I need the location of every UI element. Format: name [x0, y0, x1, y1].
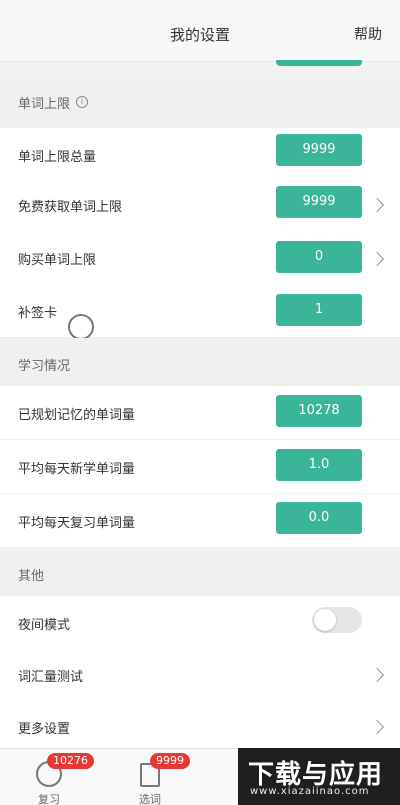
daily-review-value: 0.0 — [276, 502, 362, 534]
free-word-limit-value: 9999 — [276, 186, 362, 218]
touch-indicator — [68, 314, 94, 340]
chevron-right-icon[interactable] — [369, 197, 385, 213]
row-planned-words: 已规划记忆的单词量 10278 — [0, 386, 400, 440]
tab-label: 选词 — [139, 793, 161, 805]
planned-words-value: 10278 — [276, 395, 362, 427]
section-title: 学习情况 — [18, 358, 71, 374]
chevron-right-icon[interactable] — [369, 719, 385, 735]
row-label: 补签卡 — [18, 306, 58, 321]
help-link[interactable]: 帮助 — [354, 24, 382, 44]
row-night-mode: 夜间模式 — [0, 596, 400, 650]
watermark-url: www.xiazaiinao.com — [250, 786, 370, 797]
row-label: 平均每天新学单词量 — [18, 462, 136, 477]
night-mode-toggle[interactable] — [312, 607, 362, 633]
row-daily-new: 平均每天新学单词量 1.0 — [0, 440, 400, 494]
row-label: 已规划记忆的单词量 — [18, 408, 136, 423]
page-title: 我的设置 — [169, 26, 230, 44]
word-limit-total-value: 9999 — [276, 134, 362, 166]
select-badge: 9999 — [150, 753, 190, 769]
row-label: 词汇量测试 — [18, 670, 84, 685]
section-study: 学习情况 — [0, 338, 400, 390]
row-daily-review: 平均每天复习单词量 0.0 — [0, 494, 400, 548]
scrolled-pill-edge — [276, 60, 362, 66]
section-title: 单词上限 — [18, 96, 71, 112]
row-free-word-limit[interactable]: 免费获取单词上限 9999 — [0, 178, 400, 232]
watermark-logo: 下载与应用 www.xiazaiinao.com — [238, 748, 400, 805]
row-label: 免费获取单词上限 — [18, 200, 123, 215]
section-title: 其他 — [18, 568, 45, 584]
toggle-knob — [314, 609, 336, 631]
info-icon[interactable]: i — [76, 96, 89, 108]
makeup-card-value: 1 — [276, 294, 362, 326]
chevron-right-icon[interactable] — [369, 667, 385, 683]
row-vocab-test[interactable]: 词汇量测试 — [0, 648, 400, 702]
row-label: 更多设置 — [18, 722, 71, 737]
row-makeup-card: 补签卡 1 — [0, 284, 400, 338]
chevron-right-icon[interactable] — [369, 251, 385, 267]
review-badge: 10276 — [47, 753, 94, 769]
row-buy-word-limit[interactable]: 购买单词上限 0 — [0, 231, 400, 285]
row-more-settings[interactable]: 更多设置 — [0, 700, 400, 754]
row-word-limit-total: 单词上限总量 9999 — [0, 128, 400, 182]
top-bar: 我的设置 帮助 — [0, 0, 400, 62]
section-word-limit: 单词上限 i — [0, 76, 400, 128]
daily-new-value: 1.0 — [276, 449, 362, 481]
row-label: 单词上限总量 — [18, 150, 97, 165]
buy-word-limit-value: 0 — [276, 241, 362, 273]
tab-label: 复习 — [38, 793, 60, 805]
row-label: 夜间模式 — [18, 618, 71, 633]
row-label: 平均每天复习单词量 — [18, 516, 136, 531]
section-other: 其他 — [0, 548, 400, 600]
row-label: 购买单词上限 — [18, 253, 97, 268]
